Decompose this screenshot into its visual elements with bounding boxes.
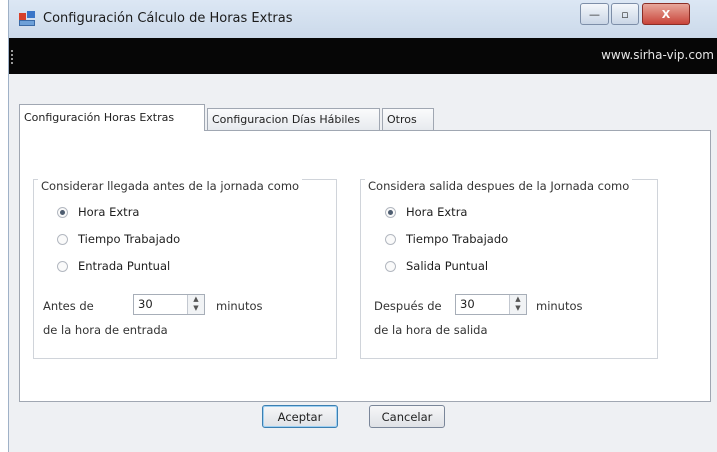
radio-icon[interactable] — [57, 260, 68, 272]
maximize-button[interactable]: ▫ — [611, 3, 639, 25]
arrival-minutes-stepper[interactable]: 30 ▲ ▼ — [133, 294, 205, 315]
option-label: Hora Extra — [78, 205, 140, 219]
departure-minutes-stepper[interactable]: 30 ▲ ▼ — [455, 294, 527, 315]
tab-configuracion-horas-extras[interactable]: Configuración Horas Extras — [19, 104, 205, 131]
window-title: Configuración Cálculo de Horas Extras — [43, 11, 293, 26]
arrival-suffix-label: de la hora de entrada — [43, 323, 168, 337]
departure-option-tiempo-trabajado[interactable]: Tiempo Trabajado — [385, 232, 508, 246]
arrow-down-icon[interactable]: ▼ — [510, 304, 526, 313]
departure-minutes-value[interactable]: 30 — [460, 297, 475, 311]
arrival-group-title: Considerar llegada antes de la jornada c… — [38, 179, 303, 193]
accept-button[interactable]: Aceptar — [262, 405, 338, 428]
option-label: Tiempo Trabajado — [406, 232, 509, 246]
arrival-minutes-value[interactable]: 30 — [138, 297, 153, 311]
departure-option-hora-extra[interactable]: Hora Extra — [385, 205, 467, 219]
arrow-up-icon[interactable]: ▲ — [188, 295, 204, 304]
grip-icon — [11, 50, 17, 64]
departure-option-salida-puntual[interactable]: Salida Puntual — [385, 259, 488, 273]
tab-configuracion-dias-habiles[interactable]: Configuracion Días Hábiles — [207, 108, 380, 130]
website-url: www.sirha-vip.com — [601, 48, 714, 62]
header-banner: www.sirha-vip.com — [9, 38, 717, 74]
option-label: Entrada Puntual — [78, 259, 171, 273]
arrival-option-hora-extra[interactable]: Hora Extra — [57, 205, 139, 219]
departure-prefix-label: Después de — [374, 299, 442, 313]
departure-unit-label: minutos — [536, 299, 583, 313]
departure-suffix-label: de la hora de salida — [374, 323, 488, 337]
option-label: Tiempo Trabajado — [78, 232, 181, 246]
arrival-option-tiempo-trabajado[interactable]: Tiempo Trabajado — [57, 232, 180, 246]
option-label: Hora Extra — [406, 205, 468, 219]
option-label: Salida Puntual — [406, 259, 489, 273]
arrival-before-group: Considerar llegada antes de la jornada c… — [33, 179, 337, 359]
arrow-down-icon[interactable]: ▼ — [188, 304, 204, 313]
stepper-arrows[interactable]: ▲ ▼ — [187, 295, 204, 314]
arrival-prefix-label: Antes de — [43, 299, 94, 313]
dialog-window: Configuración Cálculo de Horas Extras — … — [8, 0, 717, 452]
radio-icon[interactable] — [385, 260, 396, 272]
arrival-option-entrada-puntual[interactable]: Entrada Puntual — [57, 259, 170, 273]
tab-otros[interactable]: Otros — [382, 108, 434, 130]
departure-group-title: Considera salida despues de la Jornada c… — [365, 179, 633, 193]
arrow-up-icon[interactable]: ▲ — [510, 295, 526, 304]
arrival-unit-label: minutos — [216, 299, 263, 313]
stepper-arrows[interactable]: ▲ ▼ — [509, 295, 526, 314]
minimize-button[interactable]: — — [580, 3, 609, 25]
close-button[interactable]: X — [642, 3, 690, 25]
radio-icon[interactable] — [385, 233, 396, 245]
cancel-button[interactable]: Cancelar — [369, 405, 445, 428]
tab-panel: Considerar llegada antes de la jornada c… — [19, 130, 711, 402]
title-bar[interactable]: Configuración Cálculo de Horas Extras — … — [9, 0, 717, 38]
radio-icon[interactable] — [57, 233, 68, 245]
departure-after-group: Considera salida despues de la Jornada c… — [360, 179, 658, 359]
app-icon — [19, 11, 36, 27]
radio-selected-icon[interactable] — [57, 206, 68, 218]
radio-selected-icon[interactable] — [385, 206, 396, 218]
